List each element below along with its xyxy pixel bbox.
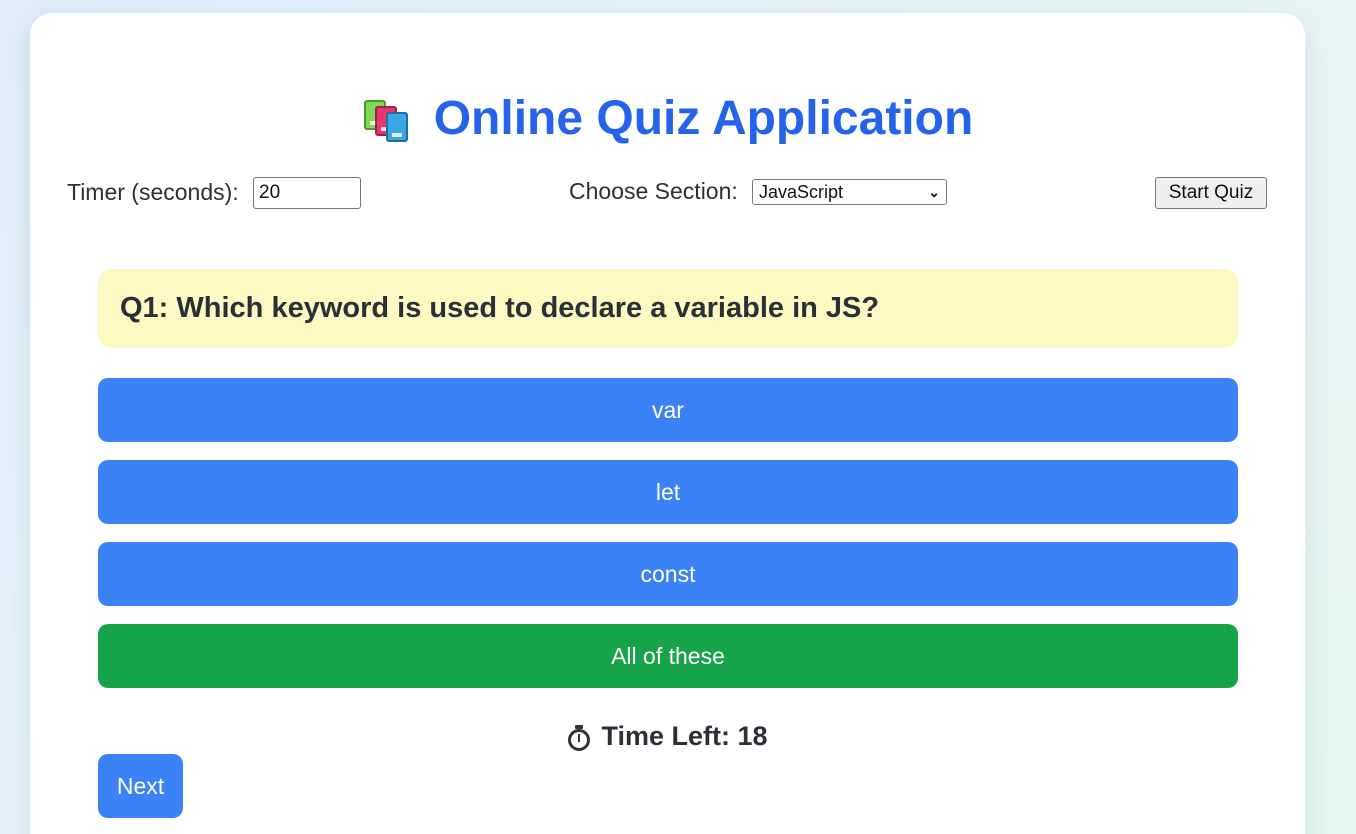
time-left-text: Time Left: 18 [601, 721, 768, 751]
option-button-2[interactable]: let [98, 460, 1238, 524]
start-quiz-button[interactable]: Start Quiz [1155, 177, 1267, 209]
option-button-3[interactable]: const [98, 542, 1238, 606]
question-text: Q1: Which keyword is used to declare a v… [98, 269, 1238, 348]
quiz-card: Online Quiz Application Timer (seconds):… [30, 13, 1305, 834]
stopwatch-icon [567, 724, 591, 751]
option-button-1[interactable]: var [98, 378, 1238, 442]
section-select-value: JavaScript [759, 181, 844, 202]
section-label: Choose Section: [569, 178, 738, 204]
books-icon [362, 98, 412, 144]
next-button[interactable]: Next [98, 754, 183, 818]
app-title-text: Online Quiz Application [433, 92, 974, 145]
app-title: Online Quiz Application [30, 91, 1305, 146]
timer-input[interactable] [253, 177, 361, 209]
time-left-display: Time Left: 18 [30, 721, 1305, 752]
timer-label: Timer (seconds): [67, 179, 239, 205]
section-select[interactable]: JavaScript ⌄ [752, 179, 947, 205]
option-button-4-correct[interactable]: All of these [98, 624, 1238, 688]
chevron-down-icon: ⌄ [928, 183, 940, 200]
